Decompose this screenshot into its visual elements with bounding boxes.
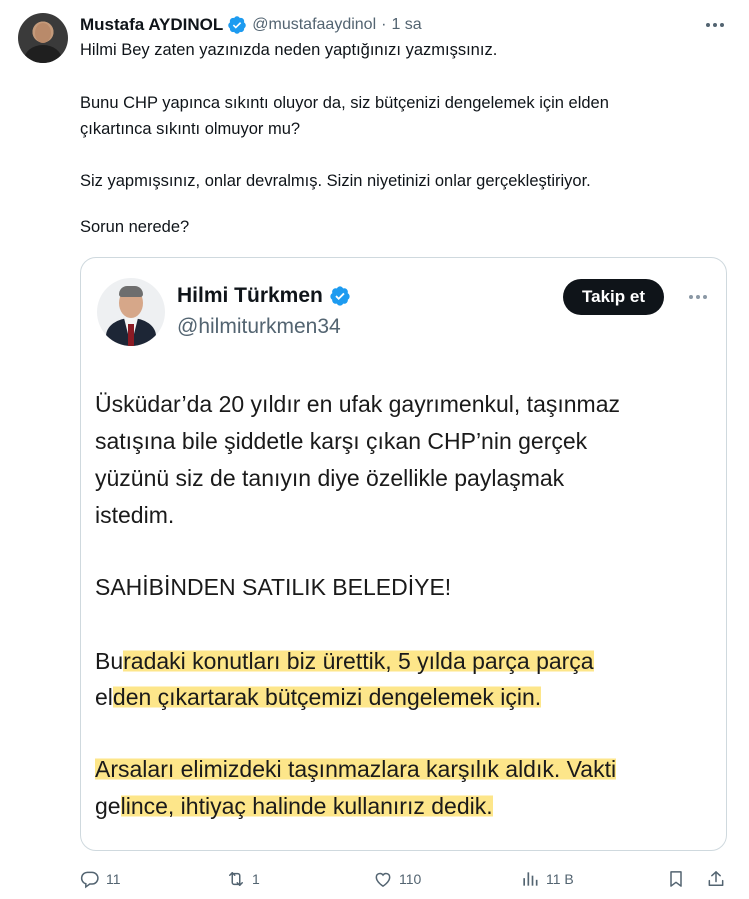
reply-icon <box>80 871 99 889</box>
tweet-time[interactable]: 1 sa <box>391 16 421 34</box>
quoted-headline: SAHİBİNDEN SATILIK BELEDİYE! <box>95 574 452 600</box>
highlight-mark: den çıkartarak bütçemizi dengelemek için… <box>112 684 542 710</box>
share-button[interactable] <box>706 866 726 892</box>
author-avatar[interactable] <box>18 13 68 63</box>
quoted-tweet-card[interactable]: Hilmi Türkmen @hilmiturkmen34 Takip et Ü… <box>80 257 727 851</box>
like-button[interactable]: 110 <box>373 866 421 892</box>
tweet-text-line-4: Siz yapmışsınız, onlar devralmış. Sizin … <box>80 172 591 190</box>
tweet-text-line-3: çıkartınca sıkıntı olmuyor mu? <box>80 120 301 138</box>
bookmark-button[interactable] <box>666 866 686 892</box>
like-icon <box>375 872 391 887</box>
tweet-text-line-1: Hilmi Bey zaten yazınızda neden yaptığın… <box>80 41 498 59</box>
repost-icon <box>229 872 243 886</box>
quoted-author-name[interactable]: Hilmi Türkmen <box>177 284 323 308</box>
highlight-mark: radaki konutları biz ürettik, 5 yılda pa… <box>123 648 594 674</box>
quoted-text-line-2: satışına bile şiddetle karşı çıkan CHP’n… <box>95 428 588 454</box>
quoted-highlight-line-1: Buradaki konutları biz ürettik, 5 yılda … <box>95 648 594 674</box>
author-name[interactable]: Mustafa AYDINOL <box>80 15 223 35</box>
tweet-actions: 11 1 110 11 B <box>80 866 730 892</box>
quoted-text-line-4: istedim. <box>95 502 175 528</box>
quoted-author-avatar[interactable] <box>97 278 165 346</box>
repost-button[interactable]: 1 <box>226 866 260 892</box>
quoted-text-line-3: yüzünü siz de tanıyın diye özellikle pay… <box>95 465 565 491</box>
views-button[interactable]: 11 B <box>520 866 574 892</box>
bookmark-icon <box>670 871 682 887</box>
verified-badge-icon <box>330 286 350 306</box>
views-icon <box>523 872 538 886</box>
tweet-text-line-5: Sorun nerede? <box>80 218 190 236</box>
quoted-highlight-line-2: elden çıkartarak bütçemizi dengelemek iç… <box>95 684 542 710</box>
tweet-header: Mustafa AYDINOL @mustafaaydinol · 1 sa <box>80 14 422 36</box>
highlight-mark: Arsaları elimizdeki taşınmazlara karşılı… <box>95 756 617 782</box>
separator-dot: · <box>381 16 387 33</box>
quoted-text-line-1: Üsküdar’da 20 yıldır en ufak gayrımenkul… <box>95 391 620 417</box>
quoted-author-name-row: Hilmi Türkmen <box>177 284 351 308</box>
quoted-highlight-line-4: gelince, ihtiyaç halinde kullanırız dedi… <box>95 793 493 819</box>
author-handle[interactable]: @mustafaaydinol <box>252 16 376 34</box>
tweet[interactable]: Mustafa AYDINOL @mustafaaydinol · 1 sa H… <box>0 0 749 899</box>
quoted-highlight-line-3: Arsaları elimizdeki taşınmazlara karşılı… <box>95 751 721 788</box>
views-count: 11 B <box>546 871 574 887</box>
more-options-icon[interactable] <box>700 12 730 38</box>
quoted-author-handle[interactable]: @hilmiturkmen34 <box>177 315 341 339</box>
reply-button[interactable]: 11 <box>80 866 121 892</box>
reply-count: 11 <box>106 871 121 887</box>
like-count: 110 <box>399 871 422 887</box>
quoted-more-icon[interactable] <box>683 284 713 310</box>
repost-count: 1 <box>252 871 260 887</box>
highlight-mark: lince, ihtiyaç halinde kullanırız dedik. <box>120 793 493 819</box>
verified-badge-icon <box>228 16 247 34</box>
follow-button[interactable]: Takip et <box>563 279 664 315</box>
share-icon <box>708 871 724 886</box>
tweet-text-line-2: Bunu CHP yapınca sıkıntı oluyor da, siz … <box>80 94 609 112</box>
